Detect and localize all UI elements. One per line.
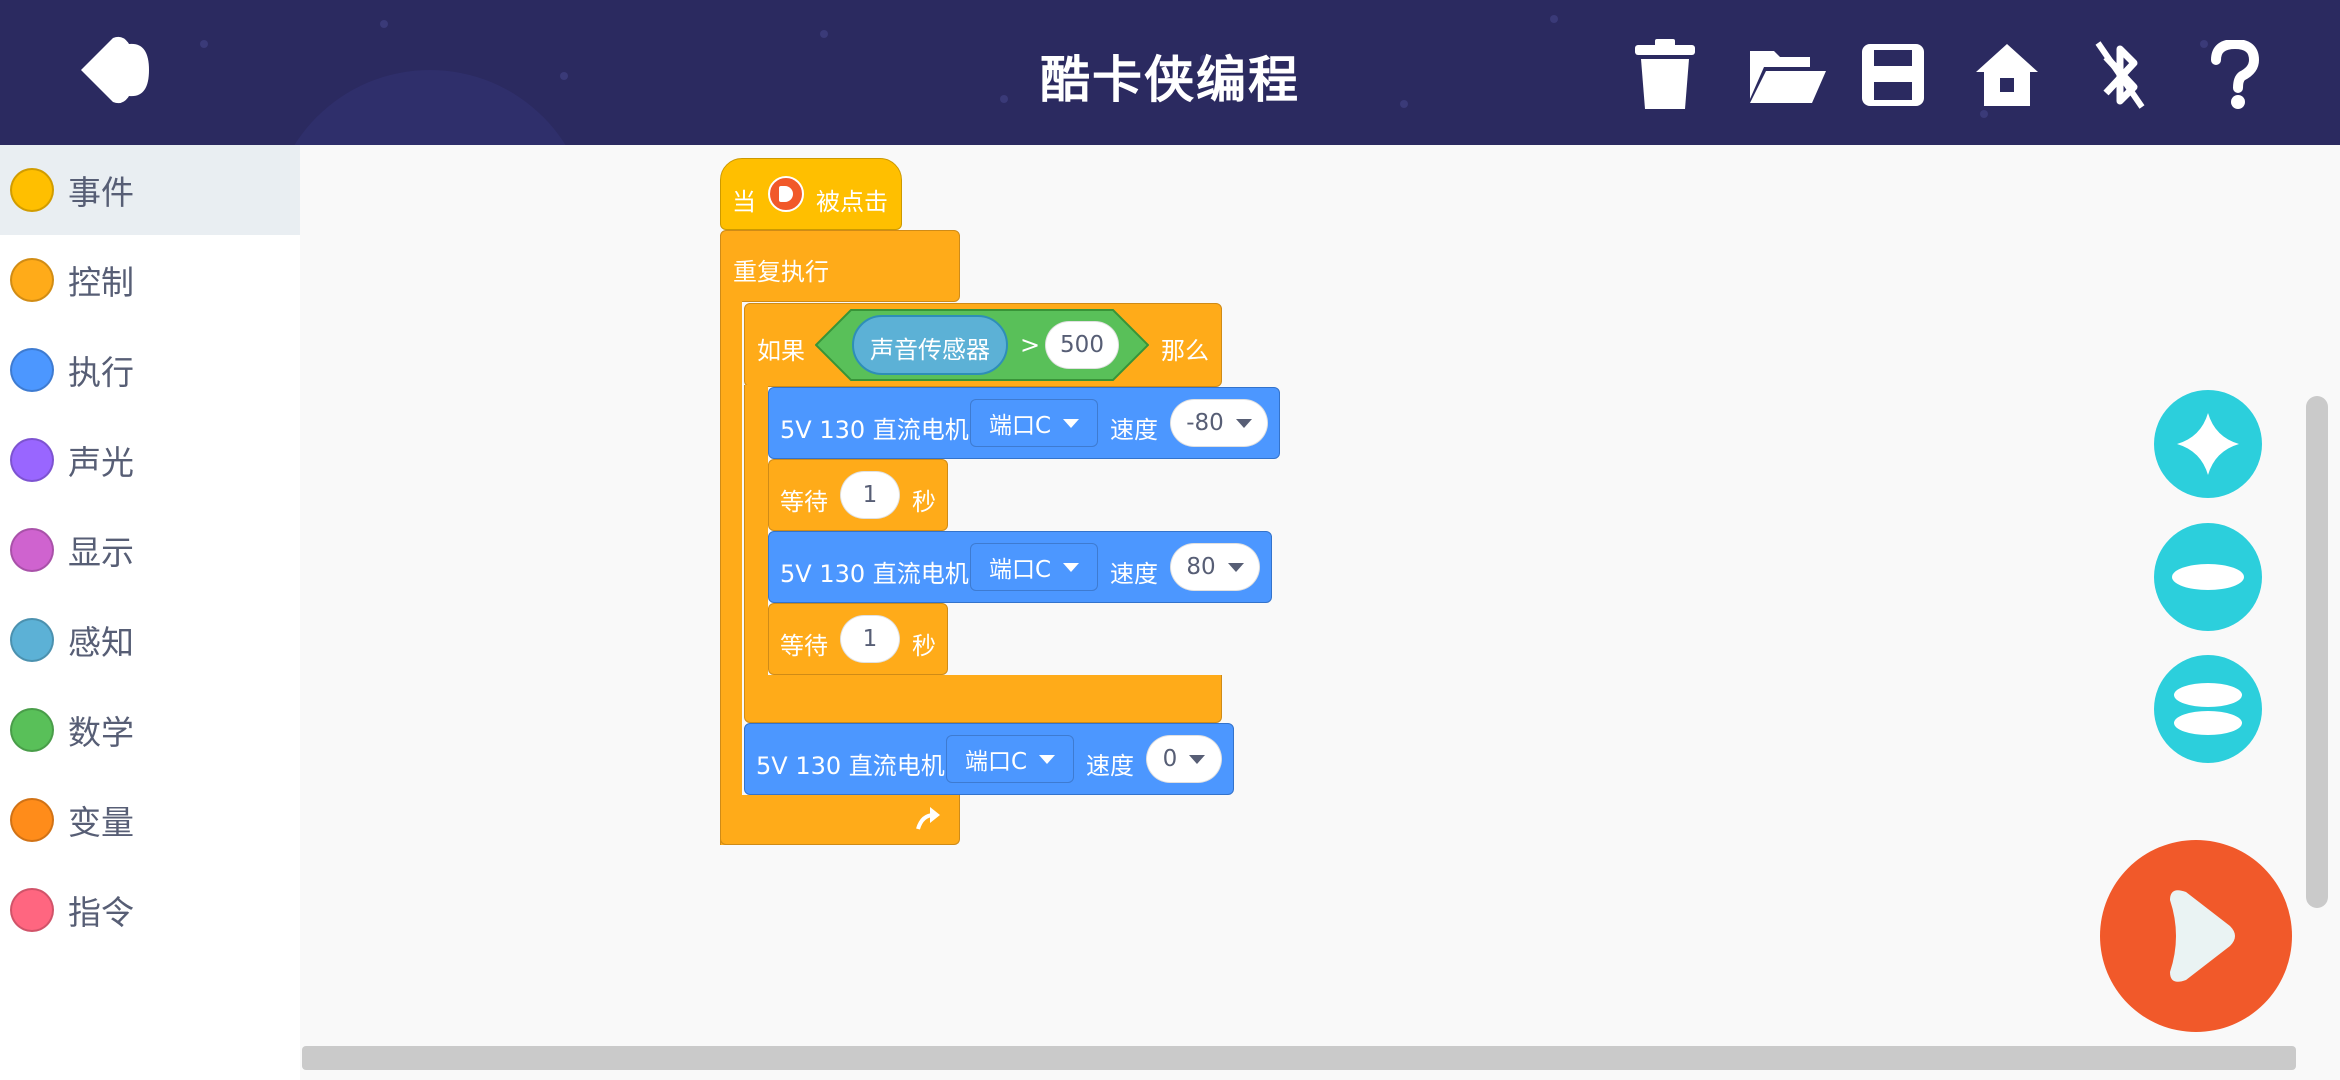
category-events[interactable]: 事件	[0, 145, 300, 235]
chevron-down-icon	[1039, 754, 1056, 764]
category-variables[interactable]: 变量	[0, 775, 300, 865]
vertical-scrollbar[interactable]	[2306, 396, 2328, 908]
wait-label: 等待	[780, 632, 828, 660]
if-block-bottom	[744, 675, 1222, 723]
category-label: 数学	[68, 713, 134, 752]
bluetooth-off-icon	[2095, 41, 2145, 109]
category-control[interactable]: 控制	[0, 235, 300, 325]
home-icon	[1976, 44, 2038, 106]
category-sidebar: 事件 控制 执行 声光 显示 感知 数学 变量 指令	[0, 145, 300, 1080]
port-value: 端口C	[988, 557, 1052, 583]
home-button[interactable]	[1962, 30, 2052, 120]
category-color-dot	[10, 438, 54, 482]
category-commands[interactable]: 指令	[0, 865, 300, 955]
zoom-in-button[interactable]	[2154, 390, 2262, 498]
speed-input[interactable]: 0	[1146, 735, 1222, 783]
header-decoration	[1550, 15, 1558, 23]
run-flag-icon	[768, 176, 804, 212]
then-label: 那么	[1161, 337, 1209, 365]
port-dropdown[interactable]: 端口C	[946, 735, 1074, 783]
port-dropdown[interactable]: 端口C	[970, 399, 1098, 447]
if-label: 如果	[757, 337, 805, 365]
category-color-dot	[10, 618, 54, 662]
zoom-reset-button[interactable]	[2154, 655, 2262, 763]
wait-seconds-input[interactable]: 1	[840, 615, 900, 663]
open-file-button[interactable]	[1733, 30, 1843, 120]
speed-label: 速度	[1110, 416, 1158, 444]
help-icon	[2211, 40, 2260, 109]
operator-symbol: >	[1020, 331, 1041, 359]
motor-label: 5V 130 直流电机	[756, 752, 945, 780]
wait-unit-label: 秒	[912, 632, 936, 660]
category-label: 执行	[68, 353, 134, 392]
category-label: 显示	[68, 533, 134, 572]
play-icon	[2170, 890, 2235, 982]
save-icon	[1862, 44, 1924, 106]
zoom-reset-icon	[2174, 683, 2242, 735]
hat-prefix-label: 当	[732, 188, 756, 216]
category-color-dot	[10, 708, 54, 752]
chevron-down-icon	[1235, 418, 1252, 428]
category-display[interactable]: 显示	[0, 505, 300, 595]
zoom-in-icon	[2177, 413, 2239, 475]
chevron-down-icon	[1063, 418, 1080, 428]
threshold-input[interactable]: 500	[1045, 321, 1119, 369]
help-button[interactable]	[2190, 30, 2280, 120]
wait-unit-label: 秒	[912, 488, 936, 516]
hat-suffix-label: 被点击	[816, 188, 888, 216]
speed-value: -80	[1186, 410, 1224, 436]
zoom-out-button[interactable]	[2154, 523, 2262, 631]
chevron-down-icon	[1227, 562, 1244, 572]
category-label: 感知	[68, 623, 134, 662]
zoom-out-icon	[2172, 564, 2244, 590]
forever-label: 重复执行	[733, 258, 829, 286]
category-math[interactable]: 数学	[0, 685, 300, 775]
sound-sensor-label: 声音传感器	[870, 336, 990, 364]
port-dropdown[interactable]: 端口C	[970, 543, 1098, 591]
motor-label: 5V 130 直流电机	[780, 560, 969, 588]
category-label: 控制	[68, 263, 134, 302]
wait-seconds-input[interactable]: 1	[840, 471, 900, 519]
category-label: 事件	[68, 173, 134, 212]
delete-button[interactable]	[1620, 30, 1710, 120]
loop-arrow-icon	[916, 807, 940, 830]
speed-label: 速度	[1110, 560, 1158, 588]
motor-label: 5V 130 直流电机	[780, 416, 969, 444]
category-execute[interactable]: 执行	[0, 325, 300, 415]
header-decoration	[820, 30, 828, 38]
category-sound-light[interactable]: 声光	[0, 415, 300, 505]
category-label: 声光	[68, 443, 134, 482]
horizontal-scrollbar[interactable]	[302, 1046, 2296, 1070]
code-workspace[interactable]: 重复执行 如果 那么 声音传感器 > 500 当 被点击 5V 130 直流电机…	[300, 145, 2340, 1080]
bluetooth-button[interactable]	[2075, 30, 2165, 120]
forever-block-arm	[720, 295, 742, 845]
folder-open-icon	[1750, 51, 1826, 103]
wait-label: 等待	[780, 488, 828, 516]
speed-label: 速度	[1086, 752, 1134, 780]
save-button[interactable]	[1848, 30, 1938, 120]
category-label: 变量	[68, 803, 134, 842]
if-block-arm	[744, 385, 768, 675]
category-color-dot	[10, 348, 54, 392]
category-color-dot	[10, 528, 54, 572]
chevron-down-icon	[1189, 754, 1206, 764]
category-label: 指令	[68, 893, 134, 932]
trash-icon	[1635, 39, 1695, 109]
chevron-down-icon	[1063, 562, 1080, 572]
run-button[interactable]	[2100, 840, 2292, 1032]
header-decoration	[380, 20, 388, 28]
speed-value: 0	[1162, 746, 1178, 772]
category-color-dot	[10, 798, 54, 842]
category-sensing[interactable]: 感知	[0, 595, 300, 685]
category-color-dot	[10, 168, 54, 212]
category-color-dot	[10, 258, 54, 302]
speed-input[interactable]: -80	[1170, 399, 1268, 447]
port-value: 端口C	[964, 749, 1028, 775]
category-color-dot	[10, 888, 54, 932]
port-value: 端口C	[988, 413, 1052, 439]
header-bar: 酷卡侠编程	[0, 0, 2340, 145]
speed-value: 80	[1186, 554, 1216, 580]
speed-input[interactable]: 80	[1170, 543, 1260, 591]
